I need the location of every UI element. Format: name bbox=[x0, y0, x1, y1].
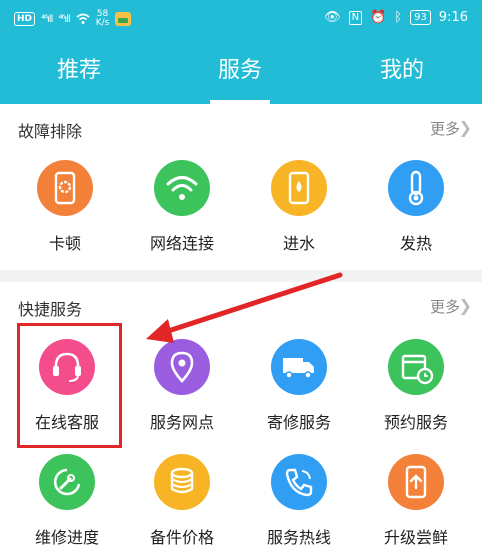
pointer-arrow bbox=[146, 272, 343, 343]
